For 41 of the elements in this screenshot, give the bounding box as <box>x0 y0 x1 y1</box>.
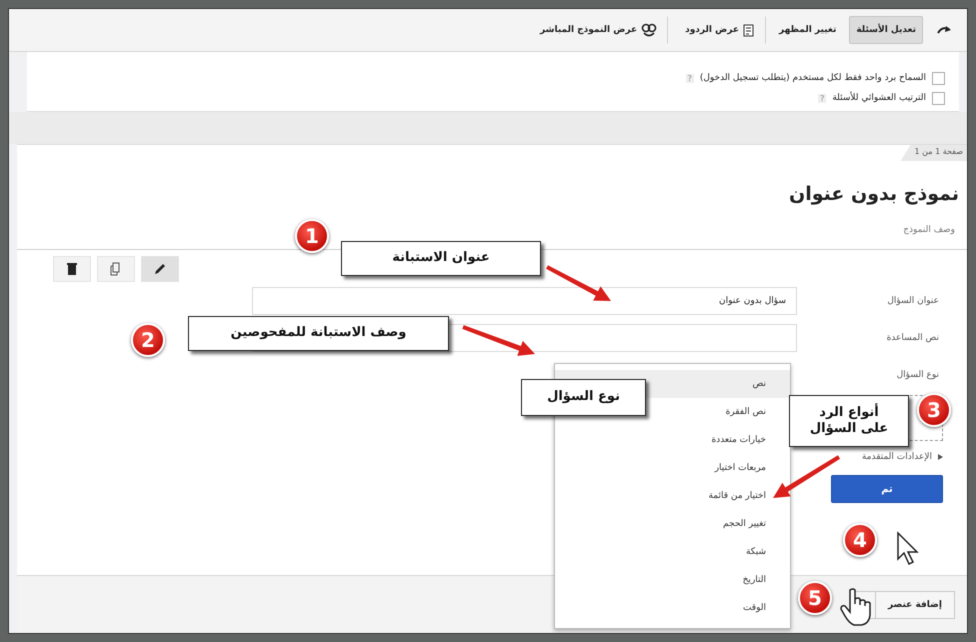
menu-item[interactable]: التاريخ <box>555 566 790 594</box>
checkbox[interactable] <box>932 72 945 84</box>
document-icon <box>742 24 755 36</box>
menu-item[interactable]: اختيار من قائمة <box>555 482 790 510</box>
mouse-cursor-icon <box>896 531 920 567</box>
redo-icon <box>936 25 952 35</box>
pointer-arrow <box>546 265 611 301</box>
triangle-icon <box>938 454 943 460</box>
delete-button[interactable] <box>53 256 91 282</box>
responses-button[interactable]: عرض الردود <box>674 16 766 44</box>
field-label: عنوان السؤال <box>886 296 940 306</box>
trash-icon <box>65 262 79 276</box>
menu-item[interactable]: خيارات متعددة <box>555 426 790 454</box>
annotation-tooltip: وصف الاستبانة للمفحوصين <box>188 316 449 351</box>
setting-label: السماح برد واحد فقط لكل مستخدم (يتطلب تسجيل الدخول) <box>700 73 926 83</box>
advanced-settings-link[interactable]: الإعدادات المتقدمة <box>862 452 932 462</box>
menu-item[interactable]: شبكة <box>555 538 790 566</box>
annotation-tooltip: عنوان الاستبانة <box>341 241 541 276</box>
live-form-button[interactable]: عرض النموذج المباشر <box>529 16 668 44</box>
duplicate-button[interactable] <box>97 256 135 282</box>
toolbar-tab[interactable]: تعديل الأسئلة <box>849 16 923 44</box>
glasses-icon <box>641 22 658 38</box>
field-label: نص المساعدة <box>886 332 940 342</box>
toolbar-tab[interactable]: تغيير المظهر <box>772 16 844 44</box>
form-title[interactable]: نموذج بدون عنوان <box>17 161 967 217</box>
done-button[interactable]: تم <box>831 475 943 503</box>
page-indicator: صفحة 1 من 1 <box>900 145 967 161</box>
checkbox[interactable] <box>932 92 945 104</box>
hand-cursor-icon <box>839 587 873 627</box>
setting-label: الترتيب العشوائي للأسئلة <box>832 93 926 103</box>
annotation-tooltip: نوع السؤال <box>521 379 646 416</box>
add-item-button[interactable]: إضافة عنصر <box>875 590 955 618</box>
pencil-icon <box>153 262 167 276</box>
menu-item[interactable]: مربعات اختيار <box>555 454 790 482</box>
menu-item[interactable]: تغيير الحجم <box>555 510 790 538</box>
field-label: نوع السؤال <box>896 370 940 380</box>
edit-button[interactable] <box>141 256 179 282</box>
question-title-field[interactable]: سؤال بدون عنوان <box>252 286 797 314</box>
menu-item[interactable]: الوقت <box>555 594 790 622</box>
annotation-tooltip: أنواع الرد على السؤال <box>789 395 909 447</box>
pointer-arrow <box>773 455 840 498</box>
